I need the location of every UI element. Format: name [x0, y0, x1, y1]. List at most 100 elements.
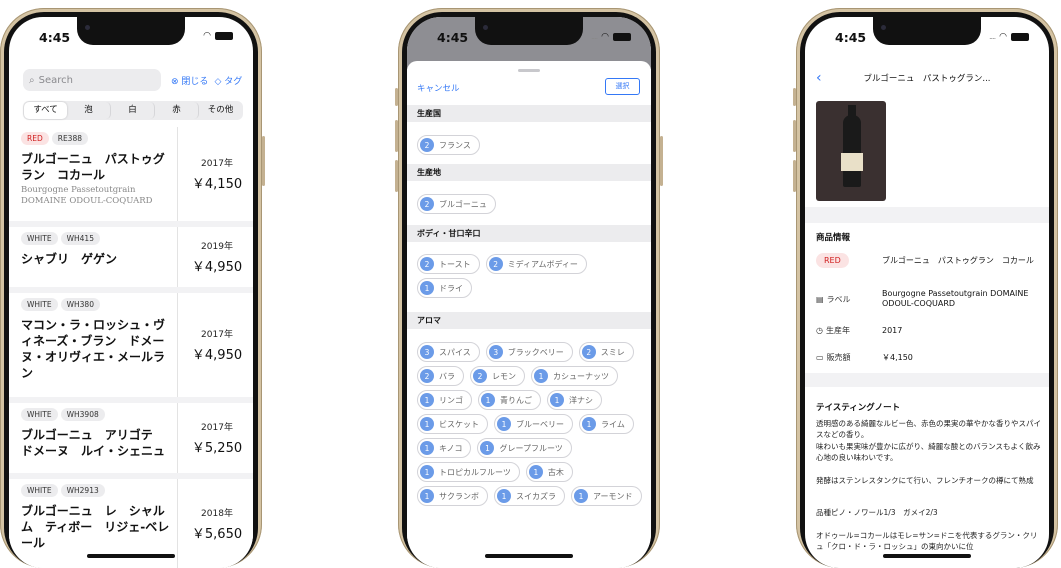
count-badge: 1 — [481, 393, 495, 407]
filter-chip[interactable]: 2 レモン — [470, 366, 525, 386]
filter-chip[interactable]: 1 グレープフルーツ — [477, 438, 572, 458]
chip-label: 洋ナシ — [569, 395, 593, 405]
filter-chip[interactable]: 1 ブルーベリー — [494, 414, 573, 434]
chip-label: キノコ — [439, 443, 463, 453]
count-badge: 1 — [420, 281, 434, 295]
year-value: 2017 — [882, 325, 903, 335]
list-item[interactable]: WHITE WH415 シャブリ ゲゲン 2019年 ￥4,950 — [9, 227, 253, 287]
search-input[interactable]: ⌕ Search — [23, 69, 161, 91]
battery-icon — [613, 32, 631, 41]
filter-chip[interactable]: 2 トースト — [417, 254, 480, 274]
year-key: 生産年 — [825, 326, 850, 335]
count-badge: 2 — [420, 257, 434, 271]
price-tag-icon: ▭ — [816, 353, 824, 362]
count-badge: 2 — [488, 257, 503, 271]
filter-chip[interactable]: 1 ビスケット — [417, 414, 488, 434]
count-badge: 1 — [420, 441, 434, 455]
label-icon: ▤ — [816, 294, 824, 304]
info-row-year: ◷ 生産年 2017 — [816, 325, 1041, 336]
chip-label: ライム — [601, 419, 625, 429]
count-badge: 1 — [550, 393, 564, 407]
filter-chip[interactable]: 2 ブルゴーニュ — [417, 194, 496, 214]
filter-chip[interactable]: 1 古木 — [525, 462, 573, 482]
filter-chip[interactable]: 3 スパイス — [417, 342, 480, 362]
count-badge: 1 — [497, 489, 511, 503]
count-badge: 1 — [534, 369, 548, 383]
filter-chip[interactable]: 1 青りんご — [478, 390, 541, 410]
filter-chip[interactable]: 1 洋ナシ — [547, 390, 602, 410]
filter-chip[interactable]: 3 ブラックベリー — [485, 342, 573, 362]
search-icon: ⌕ — [29, 74, 35, 86]
filter-chip[interactable]: 1 スイカズラ — [494, 486, 565, 506]
filter-chip[interactable]: 1 アーモンド — [571, 486, 642, 506]
tag-icon: ◇ — [214, 76, 222, 87]
nav-bar: ‹ ブルゴーニュ パストゥグラン... — [805, 69, 1049, 93]
status-icons: .... ◠ — [989, 32, 1029, 41]
nav-title: ブルゴーニュ パストゥグラン... — [863, 74, 991, 84]
tag-button[interactable]: ◇ タグ — [214, 74, 242, 87]
filter-chip[interactable]: 1 ライム — [579, 414, 634, 434]
vintage-year: 2018年 — [201, 509, 233, 519]
filter-chip[interactable]: 1 カシューナッツ — [531, 366, 618, 386]
home-indicator[interactable] — [883, 554, 971, 558]
filter-chip[interactable]: 1 リンゴ — [417, 390, 472, 410]
filter-chip[interactable]: 2 スミレ — [578, 342, 634, 362]
count-badge: 2 — [420, 369, 434, 383]
filter-chip[interactable]: 2 フランス — [417, 135, 480, 155]
info-row-name: RED ブルゴーニュ パストゥグラン コカール — [816, 253, 1041, 268]
status-time: 4:45 — [835, 30, 867, 45]
wifi-icon: ◠ — [999, 31, 1007, 42]
wine-subtitle: Bourgogne Passetoutgrain DOMAINE ODOUL-C… — [21, 185, 153, 206]
sheet-grabber[interactable] — [518, 69, 540, 72]
list-item[interactable]: RED RE388 ブルゴーニュ パストゥグラン コカール Bourgogne P… — [9, 127, 253, 221]
segment-red[interactable]: 赤 — [155, 102, 199, 119]
filter-chip[interactable]: 2 ミディアムボディー — [485, 254, 587, 274]
chip-label: バラ — [439, 371, 455, 381]
count-badge: 1 — [528, 465, 543, 479]
filter-chip[interactable]: 1 サクランボ — [417, 486, 488, 506]
filter-chip[interactable]: 1 キノコ — [417, 438, 472, 458]
select-button[interactable]: 選択 — [605, 78, 640, 95]
segment-white[interactable]: 白 — [111, 102, 155, 119]
home-indicator[interactable] — [485, 554, 573, 558]
label-key: ラベル — [826, 294, 851, 304]
wine-photo — [816, 101, 886, 201]
status-icons: ◠ — [203, 32, 233, 41]
filter-chip[interactable]: 2 バラ — [417, 366, 464, 386]
vintage-year: 2017年 — [201, 330, 233, 340]
home-indicator[interactable] — [87, 554, 175, 558]
status-time: 4:45 — [437, 30, 469, 45]
close-button[interactable]: ⊗ 閉じる — [171, 74, 208, 87]
tasting-paragraph: 品種ピノ・ノワール1/3 ガメイ2/3 — [816, 508, 938, 517]
code-badge: WH415 — [60, 232, 100, 245]
search-placeholder: Search — [38, 74, 73, 86]
color-badge: RED — [21, 132, 49, 145]
count-badge: 2 — [420, 138, 434, 152]
chip-label: ブルゴーニュ — [439, 199, 487, 209]
tasting-paragraph: 透明感のある綺麗なルビー色、赤色の果実の華やかな香りやスパイスなどの香り。 — [816, 419, 1041, 439]
filter-chip[interactable]: 1 トロピカルフルーツ — [417, 462, 520, 482]
section-header: 生産国 — [407, 105, 651, 122]
filter-sheet: キャンセル 選択 生産国 2 フランス 生産地 2 ブルゴーニュ ボディ・甘口辛口 … — [407, 61, 651, 568]
segment-other[interactable]: その他 — [199, 102, 242, 119]
segment-all[interactable]: すべて — [24, 102, 67, 119]
wifi-icon: ◠ — [601, 31, 609, 42]
list-item[interactable]: WHITE WH3908 ブルゴーニュ アリゴテ ドメーヌ ルイ・シェニュ 201… — [9, 403, 253, 473]
wine-name: ブルゴーニュ アリゴテ ドメーヌ ルイ・シェニュ — [21, 428, 166, 458]
chip-label: ブルーベリー — [516, 419, 564, 429]
chip-label: ミディアムボディー — [507, 259, 578, 269]
wine-name: マコン・ラ・ロッシュ・ヴィネーズ・ブラン ドメーヌ・オリヴィエ・メールラン — [21, 318, 166, 380]
code-badge: WH3908 — [60, 408, 105, 421]
chip-label: ブラックベリー — [507, 347, 564, 357]
phone-frame-detail: 4:45 .... ◠ ‹ ブルゴーニュ パストゥグラン... 商品情報 RED … — [793, 8, 1058, 568]
filter-chip[interactable]: 1 ドライ — [417, 278, 472, 298]
segment-sparkling[interactable]: 泡 — [67, 102, 111, 119]
status-icons: .... ◠ — [591, 32, 631, 41]
cancel-button[interactable]: キャンセル — [417, 82, 460, 94]
chip-label: スミレ — [600, 347, 625, 357]
chip-label: カシューナッツ — [553, 371, 609, 381]
wine-list: RED RE388 ブルゴーニュ パストゥグラン コカール Bourgogne P… — [9, 127, 253, 568]
count-badge: 1 — [420, 417, 434, 431]
list-item[interactable]: WHITE WH380 マコン・ラ・ロッシュ・ヴィネーズ・ブラン ドメーヌ・オリヴ… — [9, 293, 253, 397]
count-badge: 3 — [488, 345, 503, 359]
